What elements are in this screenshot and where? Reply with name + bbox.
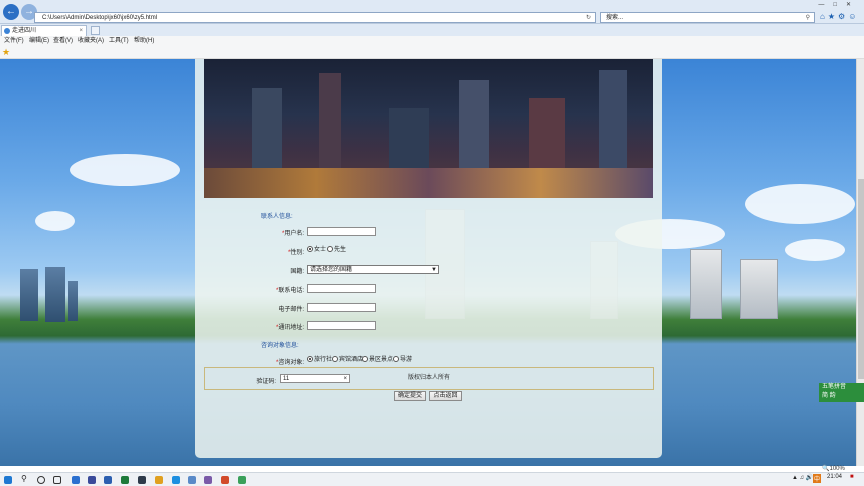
tab-title: 走进四川 xyxy=(12,28,37,34)
ime-lang-indicator[interactable]: 中 xyxy=(813,474,822,483)
gender-female-radio[interactable]: 女士 xyxy=(307,246,326,254)
app-icon[interactable] xyxy=(138,476,146,484)
excel-app-icon[interactable] xyxy=(121,476,129,484)
smiley-icon[interactable]: ☺ xyxy=(848,12,859,21)
browser-app-icon[interactable] xyxy=(72,476,80,484)
maximize-icon[interactable]: □ xyxy=(833,2,846,8)
notification-icon[interactable]: ■ xyxy=(850,474,854,480)
username-input[interactable] xyxy=(307,227,376,236)
tray-icons[interactable]: ▲ ♫ 🔊 xyxy=(792,474,813,481)
task-view-icon[interactable] xyxy=(53,476,61,484)
cortana-icon[interactable] xyxy=(37,476,45,484)
app-icon[interactable] xyxy=(204,476,212,484)
refresh-icon[interactable]: ↻ xyxy=(586,13,591,23)
taskbar: ⚲ ▲ ♫ 🔊 中 21:04 ■ xyxy=(0,472,864,486)
consult-travel-agency-radio[interactable]: 旅行社 xyxy=(307,356,332,364)
building xyxy=(20,269,38,321)
home-icon[interactable]: ⌂ xyxy=(820,12,828,21)
search-taskbar-icon[interactable]: ⚲ xyxy=(21,474,27,483)
radio-unchecked-icon xyxy=(393,356,399,362)
app-icon[interactable] xyxy=(221,476,229,484)
address-input[interactable] xyxy=(307,321,376,330)
close-window-icon[interactable]: ✕ xyxy=(846,2,860,8)
copyright-footer: 版权归本人所有 xyxy=(204,367,654,390)
app-icon[interactable] xyxy=(188,476,196,484)
menu-bar: 文件(F) 编辑(E) 查看(V) 收藏夹(A) 工具(T) 帮助(H) xyxy=(0,36,864,46)
email-input[interactable] xyxy=(307,303,376,312)
building xyxy=(740,259,778,319)
radio-unchecked-icon xyxy=(332,356,338,362)
page-favicon-icon xyxy=(4,28,10,34)
clock[interactable]: 21:04 xyxy=(827,474,842,480)
tab-close-icon[interactable]: × xyxy=(79,26,83,36)
favorites-bar: ★ xyxy=(0,46,864,59)
cloud xyxy=(785,239,845,261)
menu-help[interactable]: 帮助(H) xyxy=(134,36,154,46)
phone-input[interactable] xyxy=(307,284,376,293)
building xyxy=(45,267,65,322)
radio-checked-icon xyxy=(307,356,313,362)
gender-label: *性别: xyxy=(287,250,304,256)
tab-bar: 走进四川 × xyxy=(0,24,864,36)
menu-favorites[interactable]: 收藏夹(A) xyxy=(78,36,104,46)
url-text: C:\Users\Admin\Desktop\jx60\jx60\zy5.htm… xyxy=(42,15,158,21)
address-bar-area: ← → C:\Users\Admin\Desktop\jx60\jx60\zy5… xyxy=(0,0,864,24)
vertical-scrollbar[interactable] xyxy=(856,59,864,466)
radio-unchecked-icon xyxy=(327,246,333,252)
section-contact-title: 联系人信息: xyxy=(261,214,293,220)
window-controls: —□✕ xyxy=(818,1,860,8)
app-icon[interactable] xyxy=(88,476,96,484)
search-placeholder: 搜索... xyxy=(606,15,624,21)
url-input[interactable]: C:\Users\Admin\Desktop\jx60\jx60\zy5.htm… xyxy=(34,12,596,23)
radio-unchecked-icon xyxy=(362,356,368,362)
settings-gear-icon[interactable]: ⚙ xyxy=(838,12,848,21)
ie-app-icon[interactable] xyxy=(172,476,180,484)
submit-button[interactable]: 确定提交 xyxy=(394,391,426,401)
back-link-button[interactable]: 点击返回 xyxy=(429,391,462,401)
folder-icon[interactable] xyxy=(155,476,163,484)
cloud xyxy=(35,211,75,231)
gender-male-radio[interactable]: 先生 xyxy=(327,246,346,254)
cloud xyxy=(70,154,180,186)
city-night-banner-image xyxy=(204,59,653,198)
minimize-icon[interactable]: — xyxy=(818,2,833,8)
page-content: 联系人信息: *用户名: *性别: 女士 先生 国籍: 请选择您的国籍 ▼ *联系… xyxy=(0,59,856,466)
menu-file[interactable]: 文件(F) xyxy=(4,36,24,46)
building xyxy=(690,249,722,319)
word-app-icon[interactable] xyxy=(104,476,112,484)
menu-edit[interactable]: 编辑(E) xyxy=(29,36,49,46)
back-button[interactable]: ← xyxy=(3,4,19,20)
menu-tools[interactable]: 工具(T) xyxy=(109,36,129,46)
radio-checked-icon xyxy=(307,246,313,252)
new-tab-button[interactable] xyxy=(91,26,100,35)
consult-scenic-spot-radio[interactable]: 景区景点 xyxy=(362,356,393,364)
zoom-level[interactable]: 🔍100% xyxy=(822,465,845,472)
app-icon[interactable] xyxy=(238,476,246,484)
search-input[interactable]: 搜索... ⚲ xyxy=(600,12,815,23)
ime-mode-label: 五笔拼音 xyxy=(822,384,847,390)
cloud xyxy=(745,184,855,224)
address-label: *通讯地址: xyxy=(275,325,304,331)
tab-current[interactable]: 走进四川 × xyxy=(1,25,87,36)
consult-label: *咨询对象: xyxy=(275,360,304,366)
username-label: *用户名: xyxy=(281,231,304,237)
section-consult-title: 咨询对象信息: xyxy=(261,343,299,349)
consult-hotel-radio[interactable]: 宾馆酒店 xyxy=(332,356,363,364)
ime-options-label: 简 韵 xyxy=(822,393,836,399)
phone-label: *联系电话: xyxy=(275,288,304,294)
ime-toolbar[interactable]: 五笔拼音 简 韵 xyxy=(819,383,864,402)
start-windows-icon[interactable] xyxy=(4,476,12,484)
consult-guide-radio[interactable]: 导游 xyxy=(393,356,412,364)
country-select[interactable]: 请选择您的国籍 ▼ xyxy=(307,265,439,274)
favorites-star-icon[interactable]: ★ xyxy=(828,12,838,21)
search-icon[interactable]: ⚲ xyxy=(806,13,810,23)
scrollbar-thumb[interactable] xyxy=(858,179,864,379)
menu-view[interactable]: 查看(V) xyxy=(53,36,73,46)
toolbar-icons: ⌂★⚙☺ xyxy=(820,12,859,21)
chevron-down-icon: ▼ xyxy=(431,267,437,273)
email-label: 电子邮件: xyxy=(278,307,304,313)
add-favorite-star-icon[interactable]: ★ xyxy=(2,47,10,58)
country-label: 国籍: xyxy=(290,269,304,275)
building xyxy=(68,281,78,321)
